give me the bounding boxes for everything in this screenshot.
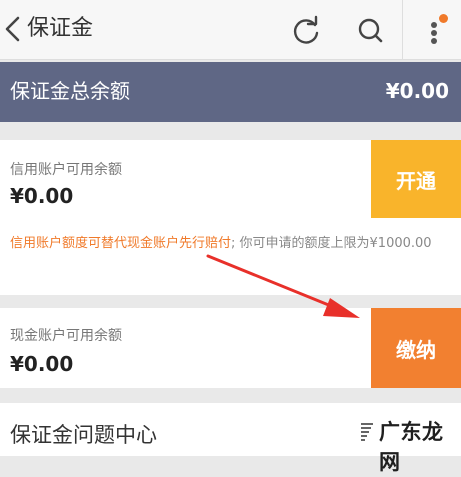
help-center-title: 保证金问题中心 [10,423,157,447]
watermark-text: 广东龙网 [379,420,444,474]
more-vertical-icon[interactable] [420,10,456,50]
search-icon[interactable] [354,14,388,48]
credit-balance-amount: ¥0.00 [10,184,74,208]
cash-account-card: 现金账户可用余额 ¥0.00 缴纳 [0,308,461,388]
dot [431,38,437,44]
top-bar: 保证金 [0,0,461,60]
credit-note: 信用账户额度可替代现金账户先行赔付; 你可申请的额度上限为¥1000.00 [10,233,450,255]
total-balance-bar: 保证金总余额 ¥0.00 [0,62,461,122]
dot [431,22,437,28]
total-balance-value: ¥0.00 [385,79,449,103]
chevron-left-icon[interactable] [2,14,24,44]
total-balance-label: 保证金总余额 [10,79,130,103]
credit-balance-label: 信用账户可用余额 [10,162,122,178]
refresh-icon[interactable] [289,14,323,48]
notification-dot-icon [439,14,448,23]
dot [431,30,437,36]
credit-account-card: 信用账户可用余额 ¥0.00 开通 信用账户额度可替代现金账户先行赔付; 你可申… [0,140,461,295]
pay-deposit-button[interactable]: 缴纳 [371,308,461,388]
page-title: 保证金 [27,16,94,41]
cash-balance-amount: ¥0.00 [10,352,74,376]
credit-note-rest: ; 你可申请的额度上限为¥1000.00 [231,236,432,251]
divider [402,0,403,60]
watermark-logo-icon [361,423,373,441]
watermark: 广东龙网 [355,413,459,474]
credit-note-highlight: 信用账户额度可替代现金账户先行赔付 [10,236,232,251]
cash-balance-label: 现金账户可用余额 [10,328,122,344]
open-credit-button[interactable]: 开通 [371,140,461,218]
